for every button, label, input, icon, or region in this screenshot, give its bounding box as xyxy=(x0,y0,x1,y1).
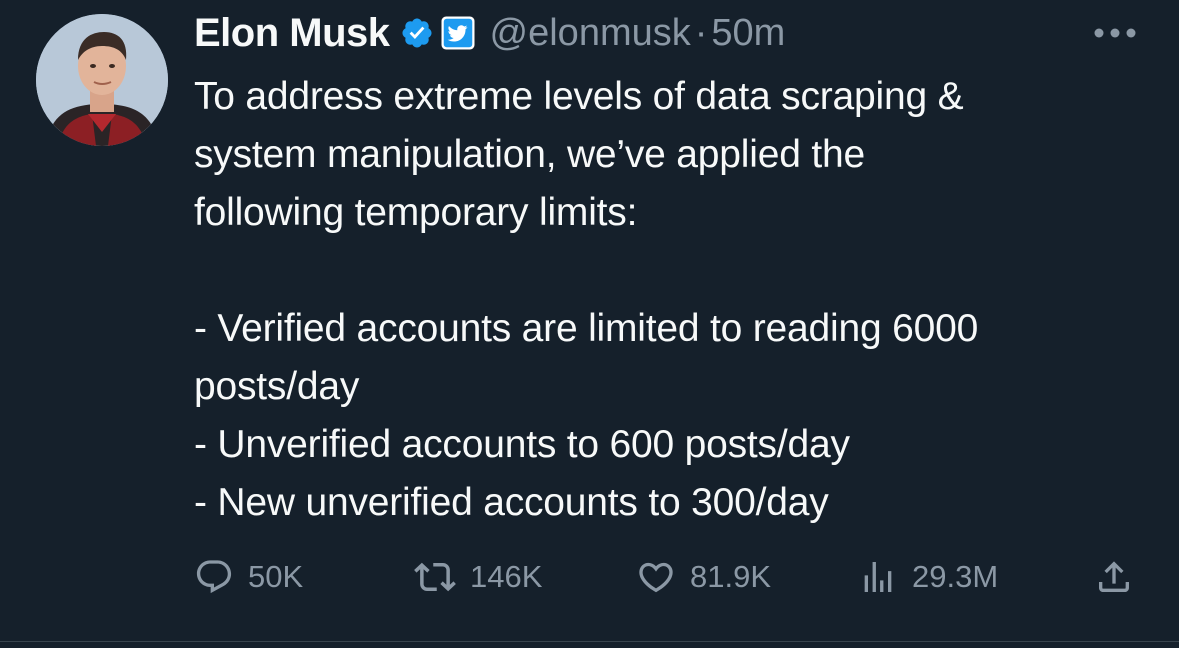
tweet-actions: 50K 146K 81.9K 29.3M xyxy=(194,550,1154,604)
share-icon xyxy=(1099,561,1129,592)
share-button[interactable] xyxy=(1094,550,1134,604)
tweet-text: To address extreme levels of data scrapi… xyxy=(194,75,979,524)
views-chart-icon xyxy=(864,562,892,592)
like-count: 81.9K xyxy=(690,559,772,594)
separator-dot: · xyxy=(694,11,708,54)
more-dots-icon[interactable] xyxy=(1092,26,1138,40)
reply-button[interactable]: 50K xyxy=(194,550,303,604)
heart-icon xyxy=(639,562,673,593)
reply-count: 50K xyxy=(248,559,304,594)
views-count: 29.3M xyxy=(912,559,999,594)
profile-photo xyxy=(36,14,168,146)
avatar[interactable] xyxy=(36,14,168,146)
retweet-icon xyxy=(414,562,456,592)
tweet-card[interactable]: Elon Musk @elonmusk · 50m To address ext… xyxy=(0,0,1179,648)
like-button[interactable]: 81.9K xyxy=(636,550,771,604)
divider xyxy=(0,641,1179,642)
tweet-header: Elon Musk @elonmusk · 50m xyxy=(194,8,785,58)
author-handle[interactable]: @elonmusk xyxy=(490,12,691,55)
reply-icon xyxy=(196,560,232,594)
views-button[interactable]: 29.3M xyxy=(858,550,998,604)
twitter-bird-icon[interactable] xyxy=(440,15,476,51)
retweet-count: 146K xyxy=(470,559,543,594)
display-name[interactable]: Elon Musk xyxy=(194,11,390,56)
verified-badge-icon[interactable] xyxy=(400,16,434,50)
timestamp[interactable]: 50m xyxy=(711,12,785,55)
retweet-button[interactable]: 146K xyxy=(414,550,542,604)
